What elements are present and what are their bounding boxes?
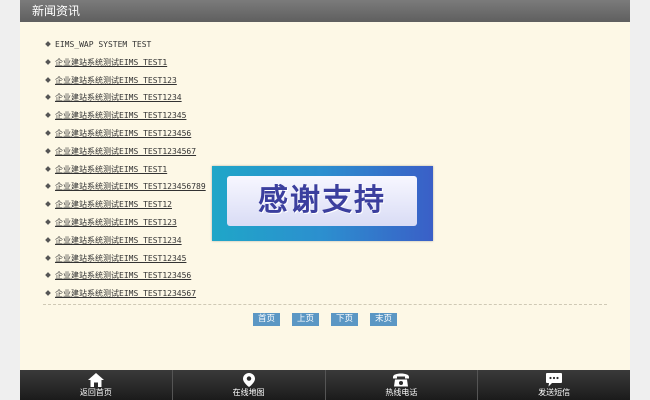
news-list-item: 企业建站系统测试EIMS TEST123 [44, 214, 206, 232]
home-icon [87, 373, 104, 387]
news-link[interactable]: 企业建站系统测试EIMS TEST1234 [55, 236, 182, 245]
bullet-icon [45, 272, 51, 279]
news-list-item: 企业建站系统测试EIMS TEST123456 [44, 125, 206, 143]
news-list-item: 企业建站系统测试EIMS TEST1234567 [44, 285, 206, 303]
nav-home-label: 返回首页 [79, 388, 112, 397]
news-link[interactable]: 企业建站系统测试EIMS TEST1234567 [55, 147, 196, 156]
news-link[interactable]: 企业建站系统测试EIMS TEST12345 [55, 254, 186, 263]
bullet-icon [45, 254, 51, 261]
nav-sms-label: 发送短信 [538, 388, 571, 397]
chat-bubble-icon [546, 373, 563, 387]
map-pin-icon [242, 373, 255, 387]
news-list-item: 企业建站系统测试EIMS TEST123 [44, 72, 206, 90]
pager-prev-button[interactable]: 上页 [291, 313, 319, 326]
bullet-icon [45, 58, 51, 65]
bullet-icon [45, 183, 51, 190]
section-title: 新闻资讯 [32, 4, 81, 18]
news-list-item: 企业建站系统测试EIMS TEST1 [44, 161, 206, 179]
news-list-item: 企业建站系统测试EIMS TEST12345 [44, 250, 206, 268]
news-link[interactable]: 企业建站系统测试EIMS TEST1234 [55, 93, 182, 102]
news-link[interactable]: 企业建站系统测试EIMS TEST123 [55, 218, 177, 227]
nav-map-label: 在线地图 [232, 388, 265, 397]
pager-first-button[interactable]: 首页 [252, 313, 280, 326]
news-list-item: EIMS_WAP SYSTEM TEST [44, 36, 206, 54]
news-list-item: 企业建站系统测试EIMS TEST1 [44, 54, 206, 72]
bullet-icon [45, 236, 51, 243]
nav-map-button[interactable]: 在线地图 [173, 370, 326, 400]
nav-phone-label: 热线电话 [385, 388, 418, 397]
news-link[interactable]: 企业建站系统测试EIMS TEST12 [55, 200, 172, 209]
bullet-icon [45, 41, 51, 47]
thanks-banner-text: 感谢支持 [227, 176, 417, 226]
bullet-icon [45, 112, 51, 119]
bullet-icon [45, 147, 51, 154]
phone-icon [393, 373, 410, 387]
news-link[interactable]: 企业建站系统测试EIMS TEST123456789 [55, 182, 206, 191]
news-link[interactable]: 企业建站系统测试EIMS TEST1 [55, 58, 167, 67]
bullet-icon [45, 290, 51, 296]
news-link[interactable]: 企业建站系统测试EIMS TEST1234567 [55, 289, 196, 298]
news-list-item: 企业建站系统测试EIMS TEST1234 [44, 89, 206, 107]
pager: 首页 上页 下页 末页 [20, 313, 630, 326]
news-link[interactable]: 企业建站系统测试EIMS TEST123456 [55, 271, 191, 280]
bullet-icon [45, 76, 51, 83]
news-list-item: 企业建站系统测试EIMS TEST12 [44, 196, 206, 214]
news-link[interactable]: 企业建站系统测试EIMS TEST12345 [55, 111, 186, 120]
nav-home-button[interactable]: 返回首页 [20, 370, 173, 400]
nav-sms-button[interactable]: 发送短信 [478, 370, 630, 400]
news-link[interactable]: 企业建站系统测试EIMS TEST123456 [55, 129, 191, 138]
news-link[interactable]: 企业建站系统测试EIMS TEST123 [55, 76, 177, 85]
list-divider [43, 304, 607, 305]
news-list-item: 企业建站系统测试EIMS TEST123456 [44, 267, 206, 285]
news-text: EIMS_WAP SYSTEM TEST [55, 40, 152, 49]
news-list-item: 企业建站系统测试EIMS TEST1234567 [44, 143, 206, 161]
bullet-icon [45, 165, 51, 172]
nav-phone-button[interactable]: 热线电话 [326, 370, 479, 400]
bullet-icon [45, 130, 51, 136]
pager-next-button[interactable]: 下页 [331, 313, 359, 326]
news-list-item: 企业建站系统测试EIMS TEST1234 [44, 232, 206, 250]
news-list-item: 企业建站系统测试EIMS TEST123456789 [44, 178, 206, 196]
thanks-banner-popup[interactable]: 感谢支持 [212, 166, 433, 241]
pager-last-button[interactable]: 末页 [370, 313, 398, 326]
bullet-icon [45, 94, 51, 101]
news-list-item: 企业建站系统测试EIMS TEST12345 [44, 107, 206, 125]
bullet-icon [45, 219, 51, 225]
section-header: 新闻资讯 [20, 0, 630, 22]
bullet-icon [45, 201, 51, 208]
news-list: EIMS_WAP SYSTEM TEST 企业建站系统测试EIMS TEST1 企业… [44, 36, 206, 303]
bottom-nav-bar: 返回首页 在线地图 热线电话 发送短信 [20, 370, 630, 400]
news-link[interactable]: 企业建站系统测试EIMS TEST1 [55, 165, 167, 174]
